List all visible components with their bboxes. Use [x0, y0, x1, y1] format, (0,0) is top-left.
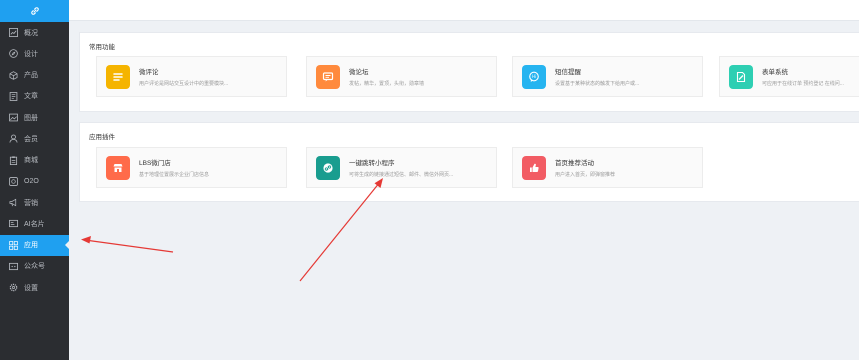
app-name: 首页推荐活动 [555, 160, 594, 167]
sidebar-item-label: 概况 [24, 29, 38, 37]
o2o-icon [9, 177, 18, 186]
sidebar-item-ai-card[interactable]: AI名片 [0, 213, 69, 234]
section-title: 应用插件 [89, 134, 115, 141]
sidebar-item-design[interactable]: 设计 [0, 43, 69, 64]
app-name: 表单系统 [762, 69, 788, 76]
list-icon [106, 64, 130, 89]
miniprogram-icon [316, 155, 340, 180]
section-title: 常用功能 [89, 44, 115, 51]
link-icon [30, 7, 39, 15]
document-icon [9, 92, 18, 101]
active-caret [65, 240, 69, 249]
chart-icon [9, 28, 18, 38]
chat-icon [316, 64, 340, 89]
app-item-mini-program-jump[interactable]: 一键跳转小程序 可将生成的链接通过短信、邮件、微信外网页... [306, 147, 497, 188]
sidebar-item-label: AI名片 [24, 220, 45, 228]
sidebar-item-overview[interactable]: 概况 [0, 22, 69, 43]
megaphone-icon [9, 198, 18, 207]
logo[interactable] [0, 0, 69, 22]
app-item-micro-comment[interactable]: 微评论 用户评论是网站交互设计中的重要模块... [96, 56, 287, 97]
sidebar-item-label: 会员 [24, 135, 38, 143]
sidebar-item-label: 文章 [24, 93, 38, 101]
app-desc: 设置基于某种状态的触发下给用户或... [555, 81, 640, 87]
sidebar-nav: 概况 设计 产品 文章 图册 会员 商城 O2O 营销 AI名片 应用 公众号 … [0, 22, 69, 298]
sidebar-item-label: 营销 [24, 199, 38, 207]
app-name: 微评论 [139, 69, 159, 76]
form-icon [729, 64, 753, 89]
sidebar-item-articles[interactable]: 文章 [0, 86, 69, 107]
sidebar-item-label: 应用 [24, 242, 38, 250]
sidebar-item-label: O2O [24, 177, 39, 185]
app-desc: 用户评论是网站交互设计中的重要模块... [139, 81, 229, 87]
app-item-lbs-store[interactable]: LBS微门店 基于地理位置展示企业门店信息 [96, 147, 287, 188]
app-name: 一键跳转小程序 [349, 160, 395, 167]
sidebar-item-label: 商城 [24, 157, 38, 165]
app-item-sms-reminder[interactable]: Hi 短信提醒 设置基于某种状态的触发下给用户或... [512, 56, 703, 97]
top-bar [69, 0, 859, 21]
app-name: 微论坛 [349, 69, 369, 76]
compass-icon [9, 49, 18, 59]
sidebar-item-mall[interactable]: 商城 [0, 150, 69, 171]
app-name: LBS微门店 [139, 160, 171, 167]
card-icon [9, 219, 18, 228]
sidebar-item-o2o[interactable]: O2O [0, 171, 69, 192]
sidebar-item-label: 图册 [24, 114, 38, 122]
user-icon [9, 134, 18, 144]
wechat-icon [9, 262, 18, 271]
app-desc: 发帖，精华，置顶，头衔，勋章墙 [349, 81, 425, 87]
sidebar-item-settings[interactable]: 设置 [0, 277, 69, 298]
sidebar-item-label: 公众号 [24, 263, 45, 271]
annotation-arrow-to-apps [81, 236, 174, 253]
sidebar-item-apps[interactable]: 应用 [0, 234, 69, 256]
app-item-form-system[interactable]: 表单系统 可应用于在线订单 预约登记 在线问... [719, 56, 859, 97]
app-desc: 可应用于在线订单 预约登记 在线问... [762, 81, 844, 87]
sidebar-item-gallery[interactable]: 图册 [0, 107, 69, 128]
sidebar: 概况 设计 产品 文章 图册 会员 商城 O2O 营销 AI名片 应用 公众号 … [0, 0, 69, 360]
app-desc: 用户进入首页，即弹窗推荐 [555, 172, 616, 178]
sidebar-item-label: 设计 [24, 50, 38, 58]
image-icon [9, 113, 18, 122]
sidebar-item-products[interactable]: 产品 [0, 65, 69, 86]
app-desc: 基于地理位置展示企业门店信息 [139, 172, 210, 178]
app-item-homepage-promo[interactable]: 首页推荐活动 用户进入首页，即弹窗推荐 [512, 147, 703, 188]
store-icon [106, 155, 130, 180]
grid-icon [9, 240, 18, 250]
svg-text:Hi: Hi [532, 74, 536, 79]
clipboard-icon [9, 156, 18, 165]
thumbs-up-icon [522, 155, 546, 180]
app-desc: 可将生成的链接通过短信、邮件、微信外网页... [349, 172, 454, 178]
sidebar-item-marketing[interactable]: 营销 [0, 192, 69, 213]
gear-icon [9, 283, 18, 292]
sidebar-item-label: 产品 [24, 72, 38, 80]
common-functions-panel: 常用功能 微评论 用户评论是网站交互设计中的重要模块... 微论坛 发帖，精华，… [79, 32, 859, 112]
sidebar-item-members[interactable]: 会员 [0, 128, 69, 149]
sidebar-item-label: 设置 [24, 284, 38, 292]
sms-icon: Hi [522, 64, 546, 89]
sidebar-item-official-account[interactable]: 公众号 [0, 256, 69, 277]
app-name: 短信提醒 [555, 69, 581, 76]
cube-icon [9, 70, 18, 80]
app-item-micro-forum[interactable]: 微论坛 发帖，精华，置顶，头衔，勋章墙 [306, 56, 497, 97]
plugins-panel: 应用插件 LBS微门店 基于地理位置展示企业门店信息 一键跳转小程序 可将生成的… [79, 122, 859, 202]
